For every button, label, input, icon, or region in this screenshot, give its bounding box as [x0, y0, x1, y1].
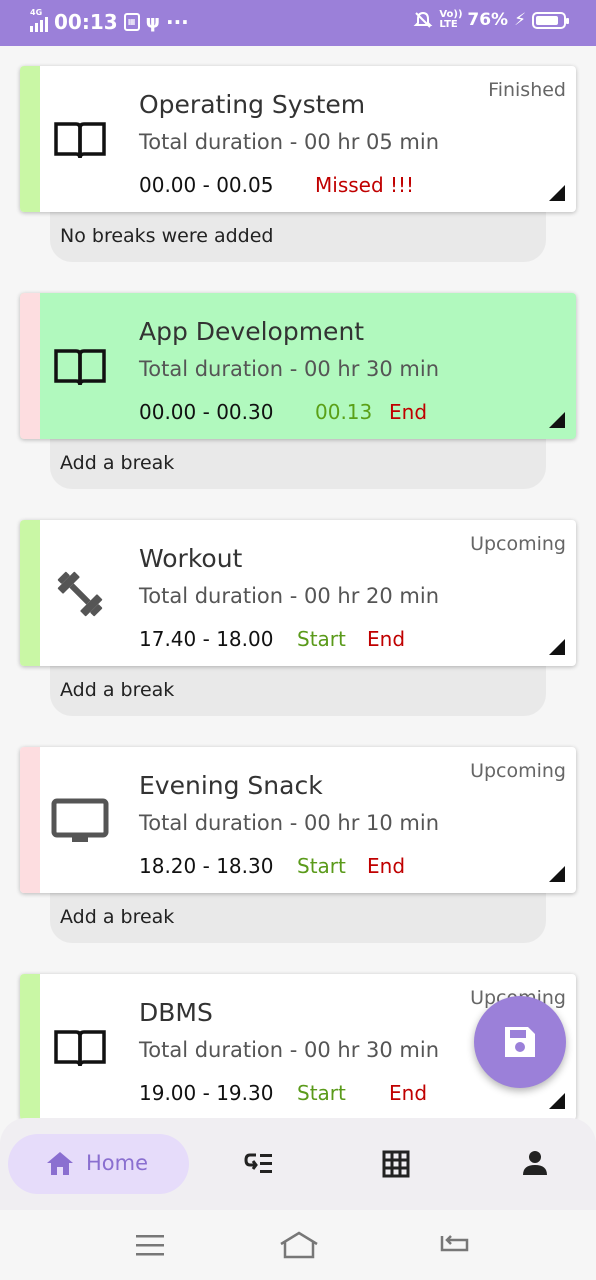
break-text: Add a break — [60, 452, 175, 474]
signal-icon: 4G — [30, 8, 48, 32]
expand-corner-icon[interactable] — [549, 639, 565, 655]
status-bar: 4G 00:13 ▦ ψ ··· Vo)) LTE 76% ⚡ — [0, 0, 596, 46]
end-button[interactable]: End — [367, 854, 405, 878]
expand-corner-icon[interactable] — [549, 1093, 565, 1109]
grid-icon[interactable] — [382, 1150, 410, 1178]
task-time-range: 19.00 - 19.30 — [139, 1081, 274, 1105]
priority-stripe — [20, 747, 40, 893]
expand-corner-icon[interactable] — [549, 412, 565, 428]
notification-app-icon: ▦ — [123, 13, 140, 31]
task-title: Workout — [139, 544, 243, 573]
task-time-range: 17.40 - 18.00 — [139, 627, 274, 651]
task-time-range: 18.20 - 18.30 — [139, 854, 274, 878]
task-duration: Total duration - 00 hr 10 min — [139, 811, 440, 835]
task-duration: Total duration - 00 hr 30 min — [139, 357, 440, 381]
dumbbell-icon — [57, 571, 103, 617]
book-icon — [54, 122, 106, 159]
usb-icon: ψ — [145, 11, 160, 33]
task-card[interactable]: Operating System Total duration - 00 hr … — [20, 66, 576, 212]
save-icon — [505, 1027, 535, 1057]
priority-stripe — [20, 66, 40, 212]
expand-corner-icon[interactable] — [549, 185, 565, 201]
battery-icon — [532, 11, 569, 29]
add-break-button[interactable]: Add a break — [50, 893, 546, 943]
add-break-button[interactable]: Add a break — [50, 439, 546, 489]
status-badge: Upcoming — [470, 533, 566, 555]
task-title: App Development — [139, 317, 365, 346]
charging-icon: ⚡ — [514, 10, 526, 30]
task-duration: Total duration - 00 hr 05 min — [139, 130, 440, 154]
start-button[interactable]: Start — [297, 1081, 346, 1105]
break-text: No breaks were added — [60, 225, 274, 247]
nav-home-label: Home — [86, 1151, 149, 1175]
task-card-active[interactable]: App Development Total duration - 00 hr 3… — [20, 293, 576, 439]
status-badge: Finished — [488, 79, 566, 101]
back-icon[interactable] — [438, 1232, 470, 1258]
task-duration: Total duration - 00 hr 30 min — [139, 1038, 440, 1062]
book-icon — [54, 349, 106, 386]
battery-percent: 76% — [467, 10, 509, 30]
start-button[interactable]: Start — [297, 627, 346, 651]
task-title: Operating System — [139, 90, 366, 119]
break-text: Add a break — [60, 679, 175, 701]
mute-icon — [413, 11, 433, 28]
break-section: No breaks were added — [50, 212, 546, 262]
system-navigation-bar — [0, 1210, 596, 1280]
nav-home-button[interactable]: Home — [8, 1134, 189, 1194]
start-button[interactable]: Start — [297, 854, 346, 878]
bottom-navigation: Home — [0, 1118, 596, 1210]
clock: 00:13 — [54, 10, 118, 34]
add-break-button[interactable]: Add a break — [50, 666, 546, 716]
home-icon — [47, 1152, 73, 1175]
priority-stripe — [20, 974, 40, 1120]
network-type: 4G — [30, 8, 43, 17]
person-icon[interactable] — [522, 1150, 548, 1176]
task-title: Evening Snack — [139, 771, 323, 800]
system-home-icon[interactable] — [278, 1230, 320, 1260]
priority-stripe — [20, 293, 40, 439]
volte-indicator: Vo)) LTE — [439, 9, 463, 30]
end-button[interactable]: End — [389, 1081, 427, 1105]
menu-icon[interactable] — [135, 1233, 165, 1257]
task-time-range: 00.00 - 00.05 — [139, 173, 274, 197]
break-text: Add a break — [60, 906, 175, 928]
status-badge: Upcoming — [470, 760, 566, 782]
expand-corner-icon[interactable] — [549, 866, 565, 882]
task-time-range: 00.00 - 00.30 — [139, 400, 274, 424]
elapsed-time: 00.13 — [315, 400, 373, 424]
task-card[interactable]: Workout Total duration - 00 hr 20 min 17… — [20, 520, 576, 666]
end-button[interactable]: End — [389, 400, 427, 424]
task-title: DBMS — [139, 998, 213, 1027]
book-icon — [54, 1030, 106, 1067]
tv-icon — [51, 798, 109, 842]
save-fab-button[interactable] — [474, 996, 566, 1088]
missed-label: Missed !!! — [315, 173, 415, 197]
end-button[interactable]: End — [367, 627, 405, 651]
task-card[interactable]: Evening Snack Total duration - 00 hr 10 … — [20, 747, 576, 893]
task-duration: Total duration - 00 hr 20 min — [139, 584, 440, 608]
more-notifications-icon: ··· — [165, 10, 189, 34]
task-list-icon[interactable] — [244, 1150, 274, 1176]
priority-stripe — [20, 520, 40, 666]
